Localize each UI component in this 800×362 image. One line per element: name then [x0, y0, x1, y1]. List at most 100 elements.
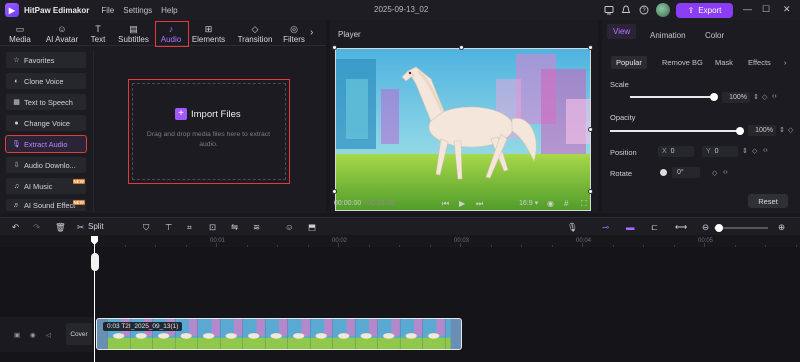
video-preview[interactable]	[335, 48, 591, 211]
cover-button[interactable]: Cover	[66, 323, 92, 345]
sidebar-item-change-voice[interactable]: ● Change Voice	[6, 115, 86, 131]
keyframe-icon[interactable]: ◇	[712, 169, 717, 177]
notification-icon[interactable]	[620, 4, 632, 16]
scale-value[interactable]: 100%	[722, 92, 750, 103]
tab-filters[interactable]: ◎ Filters	[281, 20, 307, 46]
zoom-in-icon[interactable]: ⊕	[778, 222, 785, 233]
maximize-icon[interactable]: ☐	[762, 4, 770, 15]
position-x-field[interactable]: X 0	[658, 146, 694, 157]
scissors-icon[interactable]: ✂	[77, 222, 84, 233]
tab-subtitles[interactable]: ▤ Subtitles	[115, 20, 152, 46]
subtab-remove-bg[interactable]: Remove BG	[657, 56, 708, 69]
grid-icon[interactable]: #	[564, 199, 568, 208]
position-y-field[interactable]: Y 0	[702, 146, 738, 157]
menu-settings[interactable]: Settings	[123, 6, 152, 15]
sidebar-item-clone-voice[interactable]: ◐ Clone Voice	[6, 73, 86, 89]
snapshot-icon[interactable]: ◉	[547, 199, 554, 208]
reset-button[interactable]: Reset	[748, 194, 788, 208]
text-box-icon[interactable]: ⊤	[165, 222, 172, 233]
tab-color[interactable]: Color	[705, 31, 724, 40]
zoom-slider-knob[interactable]	[715, 224, 723, 232]
stepper-icon[interactable]: ⇕	[742, 147, 748, 155]
detach-icon[interactable]: ⊏	[651, 222, 658, 233]
playhead-knob[interactable]	[91, 253, 99, 271]
minimize-icon[interactable]: —	[743, 4, 752, 14]
snap-icon[interactable]: ▬	[626, 222, 635, 232]
subtab-popular[interactable]: Popular	[611, 56, 647, 69]
chevron-right-icon[interactable]: ›	[310, 27, 313, 38]
resize-handle[interactable]	[459, 45, 464, 50]
tab-text[interactable]: T Text	[87, 20, 109, 46]
rotate-dial-icon[interactable]	[660, 169, 667, 176]
opacity-slider-knob[interactable]	[736, 127, 744, 135]
export-button[interactable]: ⇪ Export	[676, 3, 733, 18]
sidebar-item-favorites[interactable]: ☆ Favorites	[6, 52, 86, 68]
import-files-button[interactable]: + Import Files	[175, 108, 241, 120]
time-ruler[interactable]: 00:01 00:02 00:03 00:04 00:05	[94, 237, 800, 247]
subtab-effects[interactable]: Effects	[743, 56, 776, 69]
user-avatar[interactable]	[656, 3, 670, 17]
reset-keyframe-icon[interactable]: ‹›	[723, 169, 728, 176]
reset-keyframe-icon[interactable]: ‹›	[763, 147, 768, 154]
sidebar-item-ai-music[interactable]: ♫ AI Music NEW	[6, 178, 86, 194]
delete-icon[interactable]: 🗑︎	[55, 222, 66, 233]
resize-handle[interactable]	[588, 45, 593, 50]
redo-icon[interactable]: ↷	[33, 222, 40, 233]
next-frame-icon[interactable]: ⏭	[476, 199, 483, 209]
stepper-icon[interactable]: ⇕	[753, 93, 759, 101]
keyframe-icon[interactable]: ◇	[762, 93, 767, 101]
resize-handle[interactable]	[332, 189, 337, 194]
opacity-value[interactable]: 100%	[748, 125, 776, 136]
volume-icon[interactable]: ◁	[46, 331, 51, 339]
zoom-out-icon[interactable]: ⊖	[702, 222, 709, 233]
speed-icon[interactable]: ≋	[253, 222, 260, 233]
mirror-icon[interactable]: ⇋	[231, 222, 238, 233]
freeze-frame-icon[interactable]: ⊡	[209, 222, 216, 233]
opacity-slider[interactable]	[610, 127, 744, 135]
close-icon[interactable]: ✕	[783, 4, 791, 15]
tab-audio[interactable]: ♪ Audio	[155, 20, 189, 47]
sidebar-item-ai-sound-effect[interactable]: ♬ AI Sound Effect NEW	[6, 199, 86, 211]
video-clip[interactable]: 0:03 T2I_2025_09_13(1)	[96, 318, 462, 350]
fullscreen-icon[interactable]: ⛶	[581, 199, 587, 209]
sidebar-item-audio-download[interactable]: ⇩ Audio Downlo...	[6, 157, 86, 173]
keyframe-icon[interactable]: ◇	[752, 147, 757, 155]
export-clip-icon[interactable]: ⬒	[308, 222, 316, 233]
tab-animation[interactable]: Animation	[650, 31, 686, 40]
tab-transition[interactable]: ◇ Transition	[235, 20, 275, 46]
ai-face-icon[interactable]: ☺	[285, 222, 294, 232]
resize-handle[interactable]	[588, 189, 593, 194]
tab-ai-avatar[interactable]: ☺ AI Avatar	[43, 20, 81, 46]
help-icon[interactable]: ?	[638, 4, 650, 16]
tab-media[interactable]: ▭ Media	[6, 20, 34, 46]
tab-view[interactable]: View	[607, 24, 637, 39]
menu-help[interactable]: Help	[161, 6, 177, 15]
microphone-icon[interactable]: 🎙︎	[567, 222, 578, 233]
stepper-icon[interactable]: ⇕	[779, 126, 785, 134]
subtab-mask[interactable]: Mask	[710, 56, 738, 69]
shield-icon[interactable]: ⛉	[143, 222, 149, 233]
lock-icon[interactable]: ▣	[14, 331, 20, 339]
play-icon[interactable]: ▶	[459, 199, 465, 208]
keyframe-icon[interactable]: ◇	[788, 126, 793, 134]
scale-slider[interactable]	[630, 93, 718, 101]
menu-file[interactable]: File	[101, 6, 114, 15]
crop-icon[interactable]: ⌗	[187, 222, 192, 233]
resize-handle[interactable]	[332, 45, 337, 50]
tab-elements[interactable]: ⊞ Elements	[190, 20, 227, 46]
link-icon[interactable]: ⊸	[602, 222, 609, 233]
chevron-right-icon[interactable]: ›	[784, 56, 787, 69]
eye-icon[interactable]: ◉	[30, 331, 36, 339]
rotate-value[interactable]: 0°	[672, 167, 700, 178]
fit-timeline-icon[interactable]: ⟷	[675, 222, 687, 233]
import-drop-zone[interactable]: + Import Files Drag and drop media files…	[128, 79, 290, 184]
sidebar-item-extract-audio[interactable]: 🎙︎ Extract Audio	[5, 135, 87, 153]
reset-keyframe-icon[interactable]: ‹›	[772, 93, 777, 100]
sidebar-item-text-to-speech[interactable]: ▦ Text to Speech	[6, 94, 86, 110]
undo-icon[interactable]: ↶	[12, 222, 19, 233]
aspect-ratio-select[interactable]: 16:9 ▾	[519, 199, 538, 207]
split-button[interactable]: Split	[88, 222, 104, 231]
scale-slider-knob[interactable]	[710, 93, 718, 101]
resize-handle[interactable]	[588, 127, 593, 132]
monitor-icon[interactable]	[603, 4, 615, 16]
